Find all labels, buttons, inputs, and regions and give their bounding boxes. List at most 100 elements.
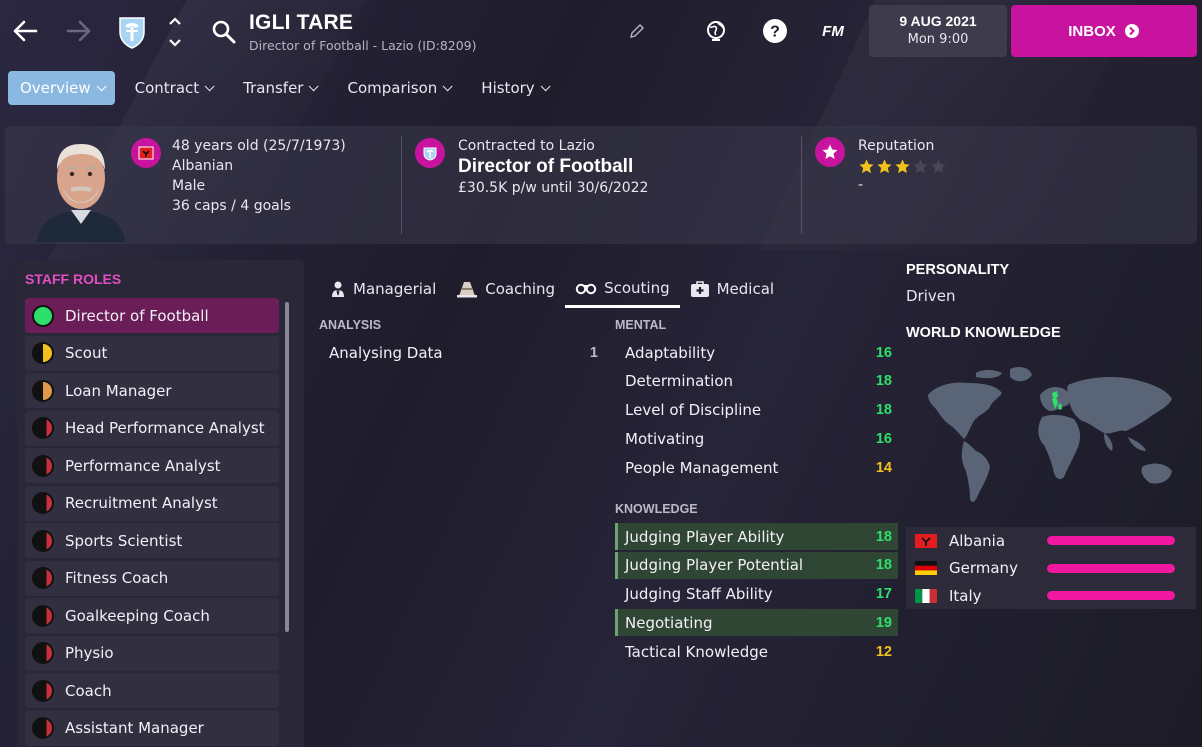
staff-role-item[interactable]: Head Performance Analyst [25, 410, 279, 446]
staff-role-label: Assistant Manager [65, 719, 204, 737]
attribute-row[interactable]: Analysing Data 1 [319, 339, 604, 366]
staff-role-item[interactable]: Recruitment Analyst [25, 485, 279, 521]
attribute-row[interactable]: Determination 18 [615, 368, 898, 395]
personality-heading: PERSONALITY [906, 262, 1010, 278]
globe-icon[interactable] [699, 14, 733, 48]
staff-role-item[interactable]: Performance Analyst [25, 448, 279, 483]
attribute-row[interactable]: Judging Player Ability 18 [615, 523, 898, 550]
attribute-name: Tactical Knowledge [625, 642, 768, 661]
staff-role-item[interactable]: Director of Football [25, 298, 279, 333]
staff-role-label: Recruitment Analyst [65, 494, 218, 512]
caps-text: 36 caps / 4 goals [172, 198, 291, 214]
staff-role-item[interactable]: Goalkeeping Coach [25, 598, 279, 633]
albania-flag-icon [915, 533, 937, 548]
forward-arrow-icon[interactable] [62, 14, 96, 48]
roles-scrollbar[interactable] [285, 302, 289, 632]
attribute-row[interactable]: People Management 14 [615, 454, 898, 481]
role-suitability-icon [32, 529, 54, 552]
attribute-name: Adaptability [625, 343, 716, 362]
tab-transfer[interactable]: Transfer [231, 71, 327, 105]
tab-contract[interactable]: Contract [123, 71, 224, 105]
world-map [906, 355, 1196, 517]
role-title: Director of Football [458, 156, 634, 177]
profile-summary-panel: 48 years old (25/7/1973) Albanian Male 3… [5, 126, 1197, 244]
attribute-value: 12 [875, 643, 892, 660]
chevron-down-icon[interactable] [168, 38, 182, 48]
staff-role-item[interactable]: Physio [25, 635, 279, 671]
staff-role-label: Coach [65, 681, 112, 700]
attribute-row[interactable]: Judging Player Potential 18 [615, 551, 898, 579]
knowledge-heading: KNOWLEDGE [615, 502, 698, 516]
tab-comparison[interactable]: Comparison [335, 71, 461, 105]
staff-role-item[interactable]: Assistant Manager [25, 710, 279, 746]
nationality-text: Albanian [172, 158, 234, 174]
tab-history[interactable]: History [469, 71, 558, 105]
attribute-value: 14 [875, 459, 892, 476]
staff-role-label: Performance Analyst [65, 456, 221, 475]
search-icon[interactable] [210, 18, 238, 46]
player-switch-arrows[interactable] [166, 16, 184, 48]
attribute-row[interactable]: Tactical Knowledge 12 [615, 638, 898, 665]
tab-coaching[interactable]: Coaching [446, 270, 565, 308]
chevron-down-icon [96, 80, 107, 91]
tab-label: Comparison [347, 79, 438, 97]
attribute-row[interactable]: Motivating 16 [615, 425, 898, 452]
inbox-button[interactable]: INBOX [1011, 5, 1197, 57]
staff-roles-panel: STAFF ROLES Director of Football Scout Loa… [17, 260, 304, 747]
analysis-heading: ANALYSIS [319, 318, 382, 332]
inbox-label: INBOX [1068, 22, 1116, 40]
staff-role-item[interactable]: Loan Manager [25, 373, 279, 408]
staff-role-item[interactable]: Fitness Coach [25, 560, 279, 596]
staff-role-label: Scout [65, 344, 108, 362]
manager-icon [332, 281, 344, 297]
tab-scouting[interactable]: Scouting [565, 270, 680, 308]
page-subtitle: Director of Football - Lazio (ID:8209) [249, 38, 477, 53]
personality-value: Driven [906, 287, 956, 305]
chevron-up-icon[interactable] [168, 16, 182, 26]
attribute-row[interactable]: Negotiating 19 [615, 609, 898, 637]
top-bar: IGLI TARE Director of Football - Lazio (… [0, 0, 1202, 64]
country-row[interactable]: Italy [906, 582, 1196, 609]
role-suitability-icon [32, 417, 54, 439]
reputation-stars [858, 158, 947, 175]
tab-medical[interactable]: Medical [680, 270, 784, 308]
attribute-value: 18 [875, 557, 892, 574]
fm-logo[interactable]: FM [816, 14, 850, 48]
star-filled-icon [895, 159, 910, 174]
country-row[interactable]: Germany [906, 555, 1196, 582]
tab-overview[interactable]: Overview [8, 71, 115, 105]
staff-role-item[interactable]: Scout [25, 335, 279, 371]
world-knowledge-heading: WORLD KNOWLEDGE [906, 325, 1061, 341]
attribute-name: Judging Player Ability [625, 527, 785, 546]
back-arrow-icon[interactable] [8, 14, 42, 48]
reputation-value: - [858, 177, 864, 193]
binoculars-icon [575, 283, 597, 294]
staff-role-item[interactable]: Sports Scientist [25, 523, 279, 558]
country-row[interactable]: Albania [906, 527, 1196, 554]
chevron-down-icon [309, 80, 320, 91]
attribute-row[interactable]: Level of Discipline 18 [615, 397, 898, 424]
attribute-value: 16 [875, 344, 892, 361]
role-suitability-icon [32, 492, 54, 514]
tab-managerial[interactable]: Managerial [320, 270, 446, 308]
role-suitability-icon [32, 717, 54, 739]
role-suitability-icon [32, 342, 54, 364]
attribute-row[interactable]: Adaptability 16 [615, 339, 898, 366]
tab-label: Coaching [485, 280, 556, 298]
tab-label: Contract [134, 79, 200, 97]
wage-line: £30.5K p/w until 30/6/2022 [458, 180, 649, 196]
star-filled-icon [877, 159, 892, 174]
game-date[interactable]: 9 AUG 2021 Mon 9:00 [869, 5, 1007, 57]
tab-label: Managerial [353, 280, 437, 298]
knowledge-level-bar [1047, 536, 1175, 545]
reputation-label: Reputation [858, 138, 935, 154]
svg-text:?: ? [770, 24, 780, 41]
medical-kit-icon [690, 281, 709, 297]
age-line: 48 years old (25/7/1973) [172, 138, 346, 154]
attribute-row[interactable]: Judging Staff Ability 17 [615, 581, 898, 608]
edit-pencil-icon[interactable] [628, 22, 646, 40]
lazio-badge-icon[interactable] [116, 14, 148, 50]
help-icon[interactable]: ? [758, 14, 792, 48]
section-divider [401, 136, 402, 234]
staff-role-item[interactable]: Coach [25, 673, 279, 708]
